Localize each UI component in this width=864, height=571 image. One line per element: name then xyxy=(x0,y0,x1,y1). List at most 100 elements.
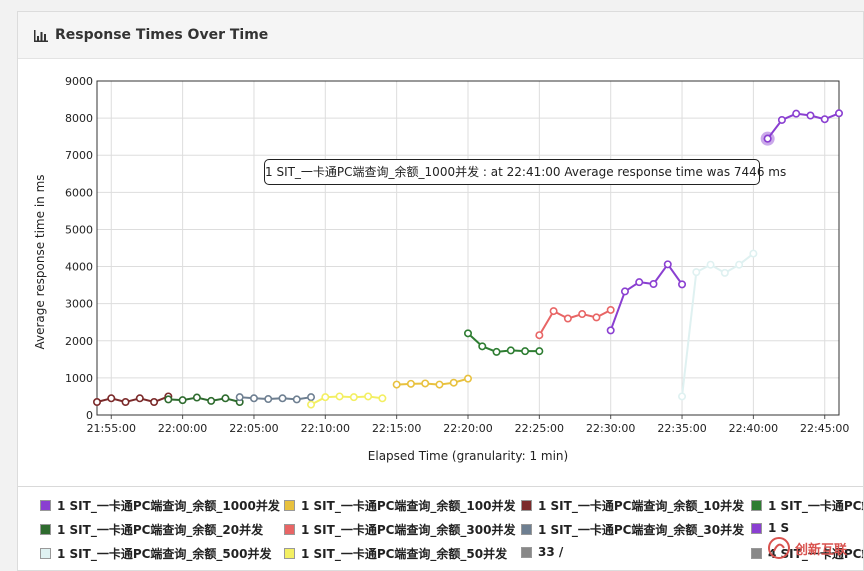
data-point[interactable] xyxy=(792,109,801,118)
legend-item[interactable]: 1 SIT_一卡通PC端查询_余额_300并发 xyxy=(284,521,515,538)
data-point[interactable] xyxy=(692,268,701,277)
data-point[interactable] xyxy=(349,393,358,402)
data-point[interactable] xyxy=(292,395,301,404)
data-point[interactable] xyxy=(535,331,544,340)
data-point[interactable] xyxy=(392,380,401,389)
data-point[interactable] xyxy=(435,380,444,389)
data-point[interactable] xyxy=(535,347,544,356)
data-point[interactable] xyxy=(235,393,244,402)
legend-label: 1 SIT_一卡通PC端查询_余额_10并发 xyxy=(538,499,745,513)
data-point[interactable] xyxy=(592,313,601,322)
data-point[interactable] xyxy=(421,379,430,388)
y-tick-label: 9000 xyxy=(65,75,93,88)
data-point[interactable] xyxy=(649,279,658,288)
data-point[interactable] xyxy=(221,394,230,403)
y-tick-label: 1000 xyxy=(65,372,93,385)
data-point[interactable] xyxy=(107,394,116,403)
data-point[interactable] xyxy=(321,393,330,402)
data-point[interactable] xyxy=(620,287,629,296)
data-point[interactable] xyxy=(463,329,472,338)
x-axis-label: Elapsed Time (granularity: 1 min) xyxy=(368,449,568,463)
data-point[interactable] xyxy=(706,260,715,269)
data-point[interactable] xyxy=(406,379,415,388)
data-point[interactable] xyxy=(806,111,815,120)
data-point[interactable] xyxy=(478,342,487,351)
y-tick-label: 2000 xyxy=(65,335,93,348)
legend-swatch xyxy=(521,546,532,558)
legend-swatch xyxy=(521,500,532,511)
data-point[interactable] xyxy=(749,249,758,258)
legend-item[interactable]: 1 SIT_一卡通PC端查询_余额_20并发 xyxy=(40,521,263,538)
data-point[interactable] xyxy=(449,378,458,387)
y-tick-label: 3000 xyxy=(65,298,93,311)
data-point[interactable] xyxy=(150,398,159,407)
legend-item[interactable]: 1 SIT_一卡通PC端查询_余额_10并发 xyxy=(521,497,744,514)
y-tick-label: 6000 xyxy=(65,186,93,199)
data-point[interactable] xyxy=(663,260,672,269)
data-point[interactable] xyxy=(834,109,843,118)
data-point[interactable] xyxy=(735,260,744,269)
legend-swatch xyxy=(521,524,532,535)
data-point[interactable] xyxy=(378,394,387,403)
hovered-data-point[interactable] xyxy=(763,134,772,143)
legend-item[interactable]: 1 SIT_一卡通PC端查询_余额_1000并发 xyxy=(40,497,280,514)
legend-label: 1 SIT_一卡通PC端查询_余额_50并发 xyxy=(301,547,508,561)
data-point[interactable] xyxy=(264,395,273,404)
data-point[interactable] xyxy=(820,115,829,124)
data-point[interactable] xyxy=(463,374,472,383)
watermark-logo-icon xyxy=(768,537,790,559)
data-point[interactable] xyxy=(249,394,258,403)
data-point[interactable] xyxy=(678,392,687,401)
y-tick-label: 5000 xyxy=(65,223,93,236)
data-point[interactable] xyxy=(578,310,587,319)
data-point[interactable] xyxy=(307,400,316,409)
legend-item[interactable]: 1 SIT_一卡通PC端查询_余额_30并发 xyxy=(521,521,744,538)
legend-swatch xyxy=(751,500,762,511)
data-point[interactable] xyxy=(606,305,615,314)
legend-label: 1 SIT_一卡通PC端查询_余额_20并发 xyxy=(57,523,264,537)
x-tick-label: 22:45:00 xyxy=(800,422,849,435)
data-point[interactable] xyxy=(335,392,344,401)
legend-item[interactable]: 1 SIT_一卡通PC端查询_余额_50并发 xyxy=(284,545,507,562)
data-point[interactable] xyxy=(720,268,729,277)
data-point[interactable] xyxy=(563,314,572,323)
data-point[interactable] xyxy=(135,394,144,403)
legend-item[interactable]: 33 / xyxy=(521,545,563,559)
data-point[interactable] xyxy=(164,395,173,404)
data-point[interactable] xyxy=(207,396,216,405)
data-point[interactable] xyxy=(777,115,786,124)
legend-item[interactable]: 1 SIT_一卡通PC端查询_余额_500并发 xyxy=(40,545,271,562)
y-tick-label: 8000 xyxy=(65,112,93,125)
data-point[interactable] xyxy=(121,398,130,407)
legend-swatch xyxy=(751,522,762,534)
y-tick-label: 7000 xyxy=(65,149,93,162)
data-point[interactable] xyxy=(549,307,558,316)
response-time-chart[interactable]: 0 1000 2000 3000 4000 5000 6000 7000 8000 9000 21:… xyxy=(18,12,864,486)
data-point[interactable] xyxy=(606,326,615,335)
data-point[interactable] xyxy=(93,398,102,407)
x-tick-label: 22:25:00 xyxy=(515,422,564,435)
x-tick-label: 22:10:00 xyxy=(301,422,350,435)
data-point[interactable] xyxy=(635,278,644,287)
legend-item[interactable]: 1 SIT_一卡通PC端查询_余额_100并发 xyxy=(284,497,515,514)
legend-label: 1 S xyxy=(768,521,790,535)
legend-item[interactable]: 1 S xyxy=(751,521,789,535)
legend-swatch xyxy=(284,548,295,559)
data-point[interactable] xyxy=(678,280,687,289)
x-tick-label: 22:15:00 xyxy=(372,422,421,435)
data-point[interactable] xyxy=(278,394,287,403)
legend-label: 1 SIT_一卡通PC端查询_余额_500并发 xyxy=(57,547,272,561)
data-point[interactable] xyxy=(178,396,187,405)
data-point[interactable] xyxy=(506,346,515,355)
legend-label: 1 SIT_一卡通PC端查询_余额_1000并发 xyxy=(57,499,280,513)
legend-item[interactable]: 1 SIT_一卡通PC端 xyxy=(751,497,863,514)
chart-panel: Response Times Over Time 0 1000 2000 3000 40… xyxy=(17,11,864,571)
legend-label: 33 / xyxy=(538,545,564,559)
data-point[interactable] xyxy=(364,392,373,401)
x-tick-label: 22:30:00 xyxy=(586,422,635,435)
data-point[interactable] xyxy=(521,347,530,356)
data-point[interactable] xyxy=(492,347,501,356)
data-point[interactable] xyxy=(192,393,201,402)
x-tick-label: 22:00:00 xyxy=(158,422,207,435)
data-point[interactable] xyxy=(307,393,316,402)
